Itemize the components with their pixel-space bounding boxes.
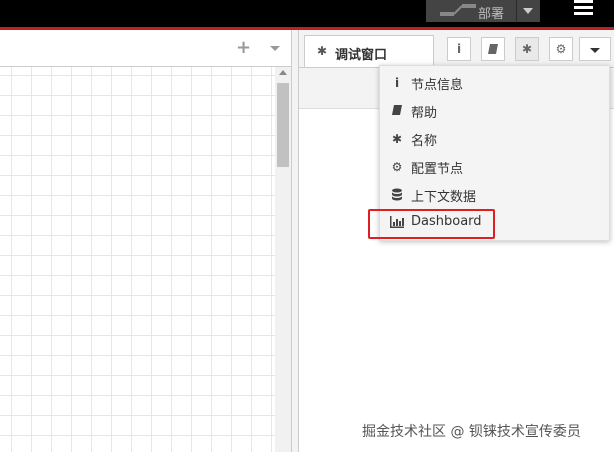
- menu-item-config-nodes[interactable]: ⚙ 配置节点: [380, 153, 609, 181]
- watermark-text: 掘金技术社区 @ 钡铼技术宣传委员: [362, 424, 581, 440]
- flow-canvas-grid[interactable]: [0, 67, 275, 452]
- deploy-icon: [440, 4, 476, 16]
- info-icon: i: [394, 76, 400, 90]
- deploy-button[interactable]: 部署: [426, 0, 540, 22]
- sidebar-header: ✱ 调试窗口 i ✱ ⚙: [299, 30, 614, 68]
- book-icon: [390, 104, 404, 118]
- help-button[interactable]: [481, 37, 505, 61]
- gear-icon: ⚙: [391, 160, 403, 174]
- bug-icon: ✱: [391, 132, 403, 146]
- deploy-label: 部署: [478, 7, 505, 22]
- menu-item-node-info[interactable]: i 节点信息: [380, 69, 609, 97]
- menu-item-label: 帮助: [411, 106, 438, 121]
- menu-item-context-data[interactable]: 上下文数据: [380, 181, 609, 209]
- scrollbar-thumb[interactable]: [277, 83, 289, 167]
- debug-button[interactable]: ✱: [515, 37, 539, 61]
- sidebar-resize-divider[interactable]: [291, 30, 299, 452]
- bug-icon: ✱: [317, 44, 328, 58]
- workspace: +: [0, 30, 291, 452]
- tab-debug-window[interactable]: ✱ 调试窗口: [304, 35, 434, 67]
- menu-item-label: 配置节点: [411, 162, 464, 177]
- info-button[interactable]: i: [447, 37, 471, 61]
- deploy-separator: [516, 0, 517, 22]
- book-icon: [488, 44, 498, 54]
- add-flow-icon[interactable]: +: [236, 37, 251, 58]
- menu-item-name[interactable]: ✱ 名称: [380, 125, 609, 153]
- config-button[interactable]: ⚙: [549, 37, 573, 61]
- menu-item-help[interactable]: 帮助: [380, 97, 609, 125]
- deploy-dropdown-caret-icon[interactable]: [523, 8, 533, 14]
- canvas-vertical-scrollbar[interactable]: [275, 67, 291, 452]
- sidebar-menu-button[interactable]: [579, 37, 611, 61]
- top-header-bar: 部署: [0, 0, 614, 30]
- gear-icon: ⚙: [555, 42, 567, 56]
- menu-item-label: 名称: [411, 134, 438, 149]
- flow-list-caret-icon[interactable]: [270, 46, 280, 51]
- hamburger-menu-icon[interactable]: [574, 0, 596, 18]
- tab-label: 调试窗口: [335, 48, 388, 63]
- workspace-tab-bar: +: [0, 30, 291, 67]
- dashboard-highlight-annotation: [368, 209, 495, 239]
- scroll-up-arrow-icon[interactable]: [279, 70, 287, 75]
- info-icon: i: [456, 42, 462, 56]
- menu-item-label: 上下文数据: [411, 190, 477, 205]
- chevron-down-icon: [590, 48, 600, 53]
- database-icon: [390, 188, 404, 202]
- menu-item-label: 节点信息: [411, 78, 464, 93]
- bug-icon: ✱: [521, 42, 533, 56]
